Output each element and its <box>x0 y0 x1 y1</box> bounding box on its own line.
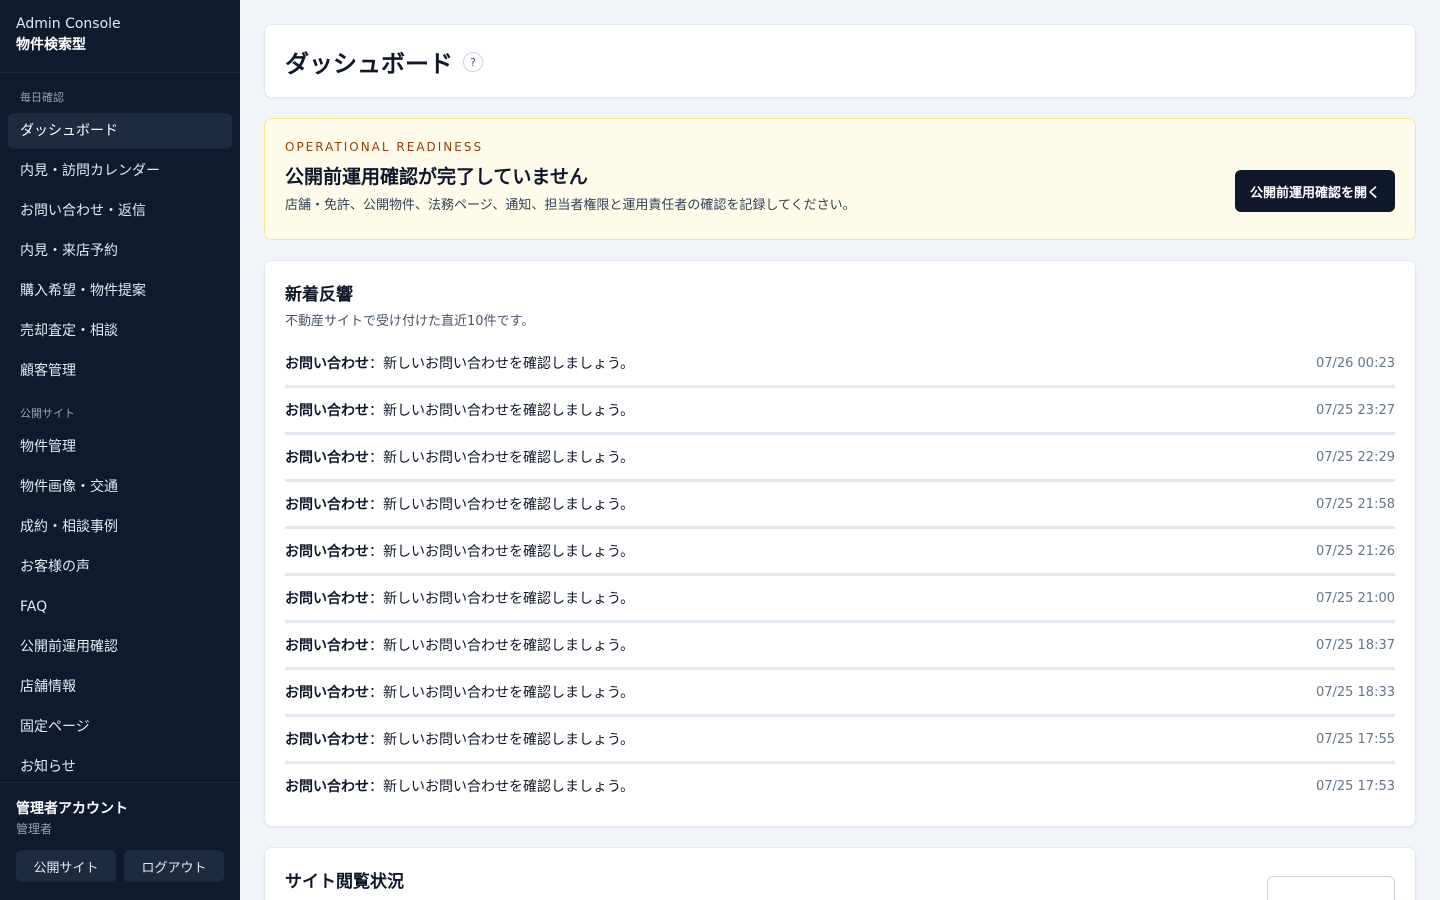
sidebar-item-case-studies[interactable]: 成約・相談事例 <box>8 509 232 545</box>
readiness-title: 公開前運用確認が完了していません <box>285 166 588 188</box>
response-time: 07/25 17:53 <box>1315 778 1395 794</box>
brand-site-type: 物件検索型 <box>16 37 86 53</box>
response-message: 新しいお問い合わせを確認しましょう。 <box>383 544 635 560</box>
response-time: 07/25 21:58 <box>1315 496 1395 512</box>
response-separator: ： <box>369 732 383 748</box>
response-separator: ： <box>369 450 383 466</box>
list-item[interactable]: お問い合わせ：新しいお問い合わせを確認しましょう。 07/25 21:26 <box>285 529 1395 576</box>
brand-console-label: Admin Console <box>16 16 121 32</box>
response-kind: お問い合わせ <box>285 403 369 419</box>
response-kind: お問い合わせ <box>285 638 369 654</box>
response-message: 新しいお問い合わせを確認しましょう。 <box>383 732 635 748</box>
sidebar-item-sale-appraisal[interactable]: 売却査定・相談 <box>8 313 232 349</box>
response-message: 新しいお問い合わせを確認しましょう。 <box>383 779 635 795</box>
list-item[interactable]: お問い合わせ：新しいお問い合わせを確認しましょう。 07/25 21:58 <box>285 482 1395 529</box>
response-message: 新しいお問い合わせを確認しましょう。 <box>383 638 635 654</box>
site-views-title: サイト閲覧状況 <box>285 872 404 892</box>
site-views-period-button[interactable] <box>1267 876 1395 900</box>
response-message: 新しいお問い合わせを確認しましょう。 <box>383 591 635 607</box>
account-name: 管理者アカウント <box>16 801 128 817</box>
response-message: 新しいお問い合わせを確認しましょう。 <box>383 403 635 419</box>
list-item[interactable]: お問い合わせ：新しいお問い合わせを確認しましょう。 07/25 21:00 <box>285 576 1395 623</box>
help-icon[interactable]: ? <box>463 52 483 72</box>
readiness-kicker: OPERATIONAL READINESS <box>285 140 484 154</box>
main-content: ダッシュボード ? OPERATIONAL READINESS 公開前運用確認が… <box>240 0 1440 900</box>
public-site-button[interactable]: 公開サイト <box>16 850 116 882</box>
sidebar-item-fixed-pages[interactable]: 固定ページ <box>8 709 232 745</box>
sidebar-item-store-info[interactable]: 店舗情報 <box>8 669 232 705</box>
response-separator: ： <box>369 356 383 372</box>
response-separator: ： <box>369 638 383 654</box>
readiness-alert: OPERATIONAL READINESS 公開前運用確認が完了していません 店… <box>264 118 1416 240</box>
sidebar-item-testimonials[interactable]: お客様の声 <box>8 549 232 585</box>
nav-group-daily: 毎日確認 ダッシュボード 内見・訪問カレンダー お問い合わせ・返信 内見・来店予… <box>8 81 232 389</box>
list-item[interactable]: お問い合わせ：新しいお問い合わせを確認しましょう。 07/25 18:37 <box>285 623 1395 670</box>
sidebar-item-readiness[interactable]: 公開前運用確認 <box>8 629 232 665</box>
sidebar-item-purchase-requests[interactable]: 購入希望・物件提案 <box>8 273 232 309</box>
list-item[interactable]: お問い合わせ：新しいお問い合わせを確認しましょう。 07/25 22:29 <box>285 435 1395 482</box>
brand: Admin Console 物件検索型 <box>0 0 240 73</box>
response-kind: お問い合わせ <box>285 591 369 607</box>
site-views-card: サイト閲覧状況 <box>264 847 1416 900</box>
page-title: ダッシュボード <box>285 49 453 78</box>
sidebar-item-faq[interactable]: FAQ <box>8 589 232 625</box>
response-separator: ： <box>369 497 383 513</box>
response-time: 07/25 22:29 <box>1315 449 1395 465</box>
new-responses-list: お問い合わせ：新しいお問い合わせを確認しましょう。 07/26 00:23 お問い… <box>285 341 1395 808</box>
sidebar-item-inquiries[interactable]: お問い合わせ・返信 <box>8 193 232 229</box>
response-kind: お問い合わせ <box>285 732 369 748</box>
response-kind: お問い合わせ <box>285 356 369 372</box>
account-panel: 管理者アカウント 管理者 公開サイト ログアウト <box>0 782 240 900</box>
response-time: 07/25 17:55 <box>1315 731 1395 747</box>
response-message: 新しいお問い合わせを確認しましょう。 <box>383 497 635 513</box>
list-item[interactable]: お問い合わせ：新しいお問い合わせを確認しましょう。 07/26 00:23 <box>285 341 1395 388</box>
response-message: 新しいお問い合わせを確認しましょう。 <box>383 356 635 372</box>
response-separator: ： <box>369 779 383 795</box>
list-item[interactable]: お問い合わせ：新しいお問い合わせを確認しましょう。 07/25 17:53 <box>285 764 1395 808</box>
nav-section-label: 公開サイト <box>20 407 75 420</box>
response-separator: ： <box>369 544 383 560</box>
nav-section-label: 毎日確認 <box>20 91 64 104</box>
response-message: 新しいお問い合わせを確認しましょう。 <box>383 450 635 466</box>
response-time: 07/26 00:23 <box>1315 355 1395 371</box>
sidebar-nav: 毎日確認 ダッシュボード 内見・訪問カレンダー お問い合わせ・返信 内見・来店予… <box>0 73 240 782</box>
new-responses-title: 新着反響 <box>285 285 353 305</box>
account-buttons: 公開サイト ログアウト <box>16 850 224 882</box>
sidebar-item-news[interactable]: お知らせ <box>8 749 232 782</box>
response-separator: ： <box>369 403 383 419</box>
new-responses-card: 新着反響 不動産サイトで受け付けた直近10件です。 お問い合わせ：新しいお問い合… <box>264 260 1416 827</box>
nav-group-public-site: 公開サイト 物件管理 物件画像・交通 成約・相談事例 お客様の声 FAQ 公開前… <box>8 397 232 782</box>
new-responses-subtitle: 不動産サイトで受け付けた直近10件です。 <box>285 314 535 329</box>
page-header: ダッシュボード ? <box>264 24 1416 98</box>
response-separator: ： <box>369 591 383 607</box>
response-time: 07/25 18:33 <box>1315 684 1395 700</box>
sidebar-item-properties[interactable]: 物件管理 <box>8 429 232 465</box>
sidebar-item-dashboard[interactable]: ダッシュボード <box>8 113 232 149</box>
list-item[interactable]: お問い合わせ：新しいお問い合わせを確認しましょう。 07/25 23:27 <box>285 388 1395 435</box>
readiness-description: 店舗・免許、公開物件、法務ページ、通知、担当者権限と運用責任者の確認を記録してく… <box>285 198 856 213</box>
account-role: 管理者 <box>16 822 53 836</box>
response-kind: お問い合わせ <box>285 497 369 513</box>
response-time: 07/25 21:00 <box>1315 590 1395 606</box>
response-kind: お問い合わせ <box>285 544 369 560</box>
sidebar: Admin Console 物件検索型 毎日確認 ダッシュボード 内見・訪問カレ… <box>0 0 240 900</box>
list-item[interactable]: お問い合わせ：新しいお問い合わせを確認しましょう。 07/25 17:55 <box>285 717 1395 764</box>
response-separator: ： <box>369 685 383 701</box>
sidebar-item-viewing-calendar[interactable]: 内見・訪問カレンダー <box>8 153 232 189</box>
open-readiness-button[interactable]: 公開前運用確認を開く <box>1234 170 1395 212</box>
app-root: Admin Console 物件検索型 毎日確認 ダッシュボード 内見・訪問カレ… <box>0 0 1440 900</box>
sidebar-item-viewing-reservations[interactable]: 内見・来店予約 <box>8 233 232 269</box>
response-kind: お問い合わせ <box>285 779 369 795</box>
list-item[interactable]: お問い合わせ：新しいお問い合わせを確認しましょう。 07/25 18:33 <box>285 670 1395 717</box>
sidebar-item-property-images[interactable]: 物件画像・交通 <box>8 469 232 505</box>
response-time: 07/25 21:26 <box>1315 543 1395 559</box>
response-message: 新しいお問い合わせを確認しましょう。 <box>383 685 635 701</box>
response-time: 07/25 23:27 <box>1315 402 1395 418</box>
sidebar-item-customers[interactable]: 顧客管理 <box>8 353 232 389</box>
response-kind: お問い合わせ <box>285 450 369 466</box>
response-kind: お問い合わせ <box>285 685 369 701</box>
logout-button[interactable]: ログアウト <box>124 850 224 882</box>
response-time: 07/25 18:37 <box>1315 637 1395 653</box>
